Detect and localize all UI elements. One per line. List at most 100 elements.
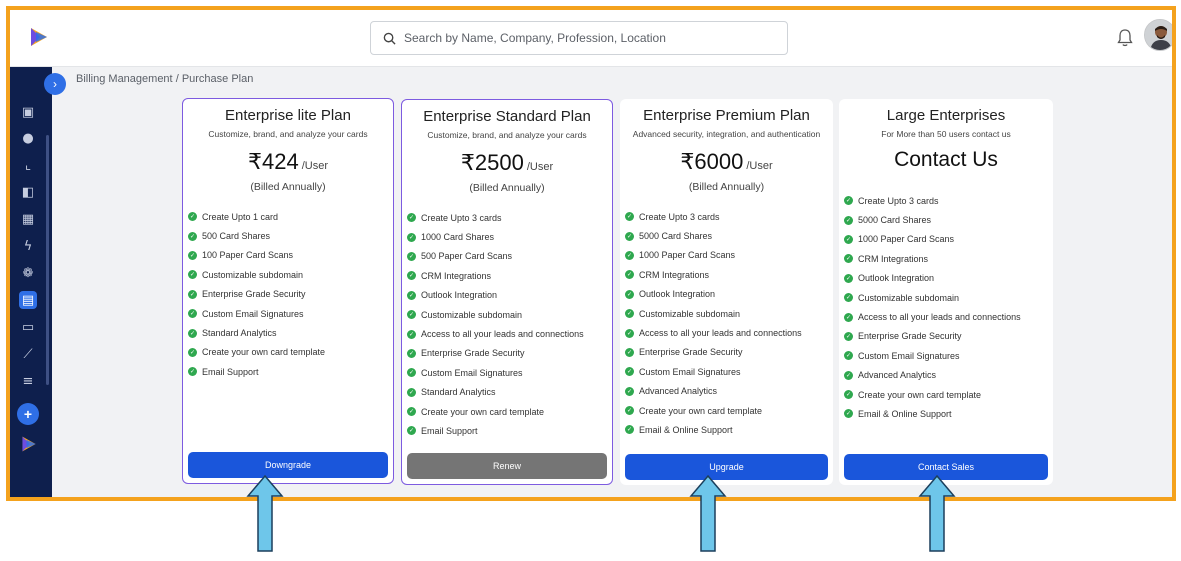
check-circle-icon: ✓ bbox=[844, 331, 853, 341]
list-settings-icon[interactable]: ≡ bbox=[19, 372, 37, 390]
sidebar-toggle-button[interactable]: › bbox=[44, 73, 66, 95]
breadcrumb-separator: / bbox=[175, 73, 179, 85]
feature-text: Advanced Analytics bbox=[639, 386, 718, 397]
check-circle-icon: ✓ bbox=[188, 289, 197, 299]
price-value: ₹2500 bbox=[460, 150, 524, 175]
price-unit: /User bbox=[526, 161, 554, 173]
check-circle-icon: ✓ bbox=[625, 250, 634, 260]
price-value: ₹6000 bbox=[680, 149, 744, 174]
feature-text: Custom Email Signatures bbox=[421, 367, 523, 378]
check-circle-icon: ✓ bbox=[625, 231, 634, 241]
sidebar: ▣ ● ⌞ ◧ ▦ ϟ ❁ ▤ ▭ ⟋ ≡ + bbox=[10, 67, 52, 497]
feature-text: 5000 Card Shares bbox=[858, 215, 932, 226]
feature-text: Create your own card template bbox=[202, 347, 326, 358]
check-circle-icon: ✓ bbox=[625, 289, 634, 299]
chart-icon[interactable]: ⌞ bbox=[19, 156, 37, 174]
check-circle-icon: ✓ bbox=[625, 367, 634, 377]
check-circle-icon: ✓ bbox=[625, 347, 634, 357]
feature-item: ✓ Create your own card template bbox=[625, 401, 833, 420]
plan-price: ₹2500/User bbox=[402, 150, 612, 176]
apps-icon[interactable]: ◧ bbox=[19, 183, 37, 201]
feature-item: ✓ Email Support bbox=[188, 362, 393, 381]
check-circle-icon: ✓ bbox=[188, 231, 197, 241]
plan-card-enterprise-lite: Enterprise lite Plan Customize, brand, a… bbox=[182, 98, 394, 484]
check-circle-icon: ✓ bbox=[188, 250, 197, 260]
annotation-arrow-up-icon bbox=[246, 474, 284, 552]
check-circle-icon: ✓ bbox=[844, 390, 853, 400]
feature-item: ✓ Customizable subdomain bbox=[625, 304, 833, 323]
feature-item: ✓ Advanced Analytics bbox=[844, 366, 1053, 385]
feature-item: ✓ 1000 Paper Card Scans bbox=[625, 246, 833, 265]
search-input[interactable] bbox=[404, 31, 764, 45]
app-window: ▣ ● ⌞ ◧ ▦ ϟ ❁ ▤ ▭ ⟋ ≡ + › Billing Manage… bbox=[6, 6, 1176, 501]
check-circle-icon: ✓ bbox=[407, 251, 416, 261]
feature-text: Standard Analytics bbox=[202, 328, 277, 339]
users-icon[interactable]: ● bbox=[19, 129, 37, 147]
feature-item: ✓ 1000 Card Shares bbox=[407, 227, 612, 246]
feature-text: Enterprise Grade Security bbox=[421, 348, 525, 359]
breadcrumb: Billing Management / Purchase Plan bbox=[76, 73, 253, 85]
plan-subtitle: Customize, brand, and analyze your cards bbox=[208, 129, 368, 139]
check-circle-icon: ✓ bbox=[844, 409, 853, 419]
feature-text: 100 Paper Card Scans bbox=[202, 250, 294, 261]
feature-item: ✓ Enterprise Grade Security bbox=[625, 343, 833, 362]
check-circle-icon: ✓ bbox=[407, 348, 416, 358]
calendar-icon[interactable]: ▦ bbox=[19, 210, 37, 228]
plan-title: Enterprise Premium Plan bbox=[643, 107, 810, 124]
check-circle-icon: ✓ bbox=[844, 234, 853, 244]
feature-item: ✓ CRM Integrations bbox=[625, 265, 833, 284]
top-bar bbox=[10, 10, 1172, 67]
plan-card-enterprise-standard: Enterprise Standard Plan Customize, bran… bbox=[401, 99, 613, 485]
renew-button[interactable]: Renew bbox=[407, 453, 607, 479]
check-circle-icon: ✓ bbox=[844, 312, 853, 322]
feature-text: Create your own card template bbox=[421, 406, 545, 417]
feature-text: Enterprise Grade Security bbox=[858, 331, 962, 342]
team-icon[interactable]: ❁ bbox=[19, 264, 37, 282]
add-icon[interactable]: + bbox=[17, 403, 39, 425]
feature-item: ✓ Access to all your leads and connection… bbox=[625, 323, 833, 342]
plan-title: Enterprise Standard Plan bbox=[423, 108, 591, 125]
app-logo-small-icon[interactable] bbox=[20, 435, 38, 453]
search-bar[interactable] bbox=[370, 21, 788, 55]
feature-text: Outlook Integration bbox=[421, 290, 498, 301]
feature-text: Access to all your leads and connections bbox=[639, 328, 802, 339]
feature-item: ✓ Outlook Integration bbox=[844, 269, 1053, 288]
plan-card-enterprise-premium: Enterprise Premium Plan Advanced securit… bbox=[620, 99, 833, 485]
plug-icon[interactable]: ϟ bbox=[19, 237, 37, 255]
downgrade-button[interactable]: Downgrade bbox=[188, 452, 388, 478]
check-circle-icon: ✓ bbox=[188, 367, 197, 377]
feature-text: CRM Integrations bbox=[421, 270, 492, 281]
feature-item: ✓ Custom Email Signatures bbox=[844, 346, 1053, 365]
feature-text: Email Support bbox=[202, 366, 259, 377]
feature-item: ✓ Create Upto 3 cards bbox=[625, 207, 833, 226]
id-card-icon[interactable]: ▭ bbox=[19, 318, 37, 336]
billing-cycle: (Billed Annually) bbox=[469, 182, 545, 194]
feature-item: ✓ 100 Paper Card Scans bbox=[188, 246, 393, 265]
feature-item: ✓ Email & Online Support bbox=[625, 420, 833, 439]
check-circle-icon: ✓ bbox=[844, 254, 853, 264]
document-icon[interactable]: ▤ bbox=[19, 291, 37, 309]
plan-subtitle: Advanced security, integration, and auth… bbox=[632, 129, 821, 139]
breadcrumb-parent[interactable]: Billing Management bbox=[76, 73, 173, 85]
sidebar-scrollbar[interactable] bbox=[46, 135, 49, 385]
check-circle-icon: ✓ bbox=[407, 290, 416, 300]
feature-item: ✓ 5000 Card Shares bbox=[844, 210, 1053, 229]
check-circle-icon: ✓ bbox=[625, 309, 634, 319]
feature-text: 1000 Card Shares bbox=[421, 232, 495, 243]
feature-text: Customizable subdomain bbox=[858, 292, 960, 303]
annotation-arrow-up-icon bbox=[918, 474, 956, 552]
bell-icon[interactable] bbox=[1116, 28, 1134, 48]
magic-wand-icon[interactable]: ⟋ bbox=[19, 345, 37, 363]
app-logo-icon[interactable] bbox=[28, 26, 50, 48]
feature-item: ✓ Email Support bbox=[407, 421, 612, 440]
feature-text: Create Upto 3 cards bbox=[639, 211, 720, 222]
contact-card-icon[interactable]: ▣ bbox=[19, 103, 37, 121]
feature-text: Advanced Analytics bbox=[858, 370, 937, 381]
feature-item: ✓ Customizable subdomain bbox=[407, 305, 612, 324]
avatar[interactable] bbox=[1144, 19, 1172, 51]
feature-item: ✓ Create your own card template bbox=[407, 402, 612, 421]
feature-list: ✓ Create Upto 3 cards ✓ 5000 Card Shares ✓ 10… bbox=[620, 207, 833, 440]
check-circle-icon: ✓ bbox=[188, 270, 197, 280]
feature-text: 5000 Card Shares bbox=[639, 231, 713, 242]
check-circle-icon: ✓ bbox=[407, 213, 416, 223]
